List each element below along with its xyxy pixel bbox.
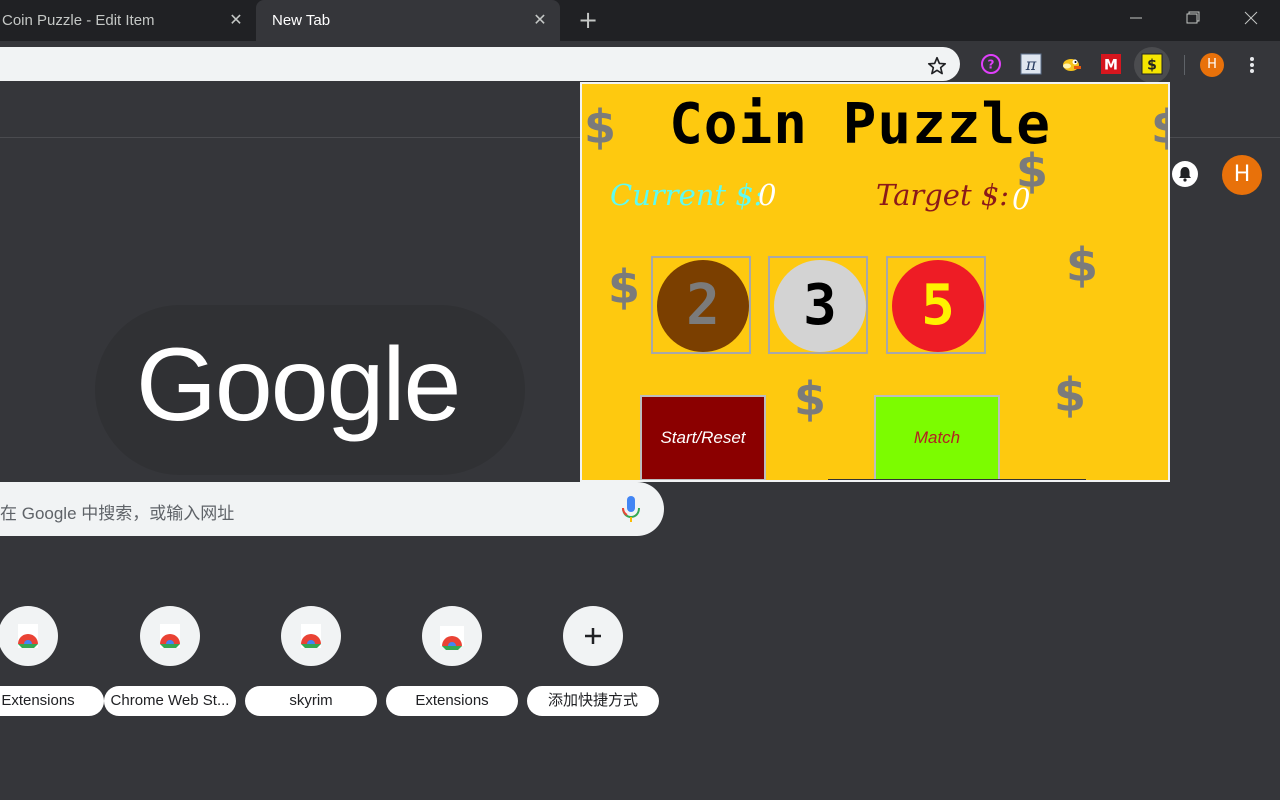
- tab-coin-puzzle-edit[interactable]: Coin Puzzle - Edit Item ✕: [0, 0, 256, 41]
- shortcut-icon-extensions-2[interactable]: [422, 606, 482, 666]
- shortcut-icon-chrome-web-store[interactable]: [140, 606, 200, 666]
- dollar-decoration-icon: $: [1151, 102, 1168, 152]
- svg-text:M: M: [1104, 58, 1118, 74]
- tab-title: New Tab: [272, 12, 331, 29]
- target-amount-label: Target $:: [876, 178, 1010, 212]
- shortcut-label[interactable]: 添加快捷方式: [527, 686, 659, 716]
- microphone-icon[interactable]: [620, 494, 642, 524]
- dollar-decoration-icon: $: [794, 372, 827, 426]
- current-amount-value: 0: [758, 178, 777, 212]
- search-input[interactable]: 在 Google 中搜索，或输入网址: [0, 482, 664, 536]
- tab-new-tab[interactable]: New Tab ✕: [256, 0, 560, 41]
- coin-2[interactable]: 2: [657, 260, 749, 352]
- target-amount-value: 0: [1012, 182, 1031, 216]
- coin-slot-2[interactable]: 2: [651, 256, 751, 354]
- dollar-decoration-icon: $: [1066, 238, 1099, 292]
- start-reset-button[interactable]: Start/Reset: [640, 395, 766, 480]
- coin-3[interactable]: 3: [774, 260, 866, 352]
- shortcut-label[interactable]: skyrim: [245, 686, 377, 716]
- coin-5[interactable]: 5: [892, 260, 984, 352]
- divider-line: [828, 479, 1086, 480]
- shortcut-label[interactable]: Chrome Web St...: [104, 686, 236, 716]
- puzzle-title: Coin Puzzle: [669, 92, 1051, 157]
- shortcut-icon-skyrim[interactable]: [281, 606, 341, 666]
- new-tab-plus-icon[interactable]: +: [576, 8, 600, 32]
- pi-icon[interactable]: π: [1020, 53, 1042, 75]
- shortcut-icon-extensions[interactable]: [0, 606, 58, 666]
- address-bar[interactable]: [0, 47, 960, 81]
- help-circle-icon[interactable]: ?: [980, 53, 1002, 75]
- minimize-icon[interactable]: [1122, 6, 1152, 30]
- svg-text:$: $: [1147, 58, 1157, 74]
- coin-slot-5[interactable]: 5: [886, 256, 986, 354]
- close-tab-icon[interactable]: ✕: [228, 12, 244, 28]
- bookmark-star-icon[interactable]: [926, 55, 948, 77]
- ntp-profile-avatar[interactable]: H: [1222, 155, 1262, 195]
- profile-avatar[interactable]: H: [1200, 53, 1224, 77]
- notification-bell-icon[interactable]: [1172, 161, 1198, 187]
- search-placeholder: 在 Google 中搜索，或输入网址: [0, 504, 235, 523]
- close-window-icon[interactable]: [1236, 6, 1266, 30]
- tab-title: Coin Puzzle - Edit Item: [2, 12, 155, 29]
- dollar-coin-icon[interactable]: $: [1141, 53, 1163, 75]
- google-logo: Google: [136, 327, 461, 443]
- tab-strip: Coin Puzzle - Edit Item ✕ New Tab ✕ +: [0, 0, 1280, 41]
- shortcut-label[interactable]: Extensions: [386, 686, 518, 716]
- current-amount-label: Current $:: [610, 178, 764, 212]
- more-menu-icon[interactable]: [1244, 53, 1260, 77]
- coin-puzzle-popup: $ $ $ $ $ $ $ Coin Puzzle Current $: 0 T…: [580, 82, 1170, 482]
- close-tab-icon[interactable]: ✕: [532, 12, 548, 28]
- match-button[interactable]: Match: [874, 395, 1000, 480]
- toolbar-divider: [1184, 55, 1185, 75]
- flappy-bird-icon[interactable]: [1060, 53, 1082, 75]
- svg-text:π: π: [1025, 55, 1037, 74]
- restore-icon[interactable]: [1178, 6, 1208, 30]
- m-logo-icon[interactable]: M: [1100, 53, 1122, 75]
- coin-slot-3[interactable]: 3: [768, 256, 868, 354]
- dollar-decoration-icon: $: [608, 260, 641, 314]
- dollar-decoration-icon: $: [1054, 368, 1087, 422]
- shortcut-label[interactable]: Extensions: [0, 686, 104, 716]
- svg-text:?: ?: [988, 58, 995, 72]
- add-shortcut-plus-icon[interactable]: [563, 606, 623, 666]
